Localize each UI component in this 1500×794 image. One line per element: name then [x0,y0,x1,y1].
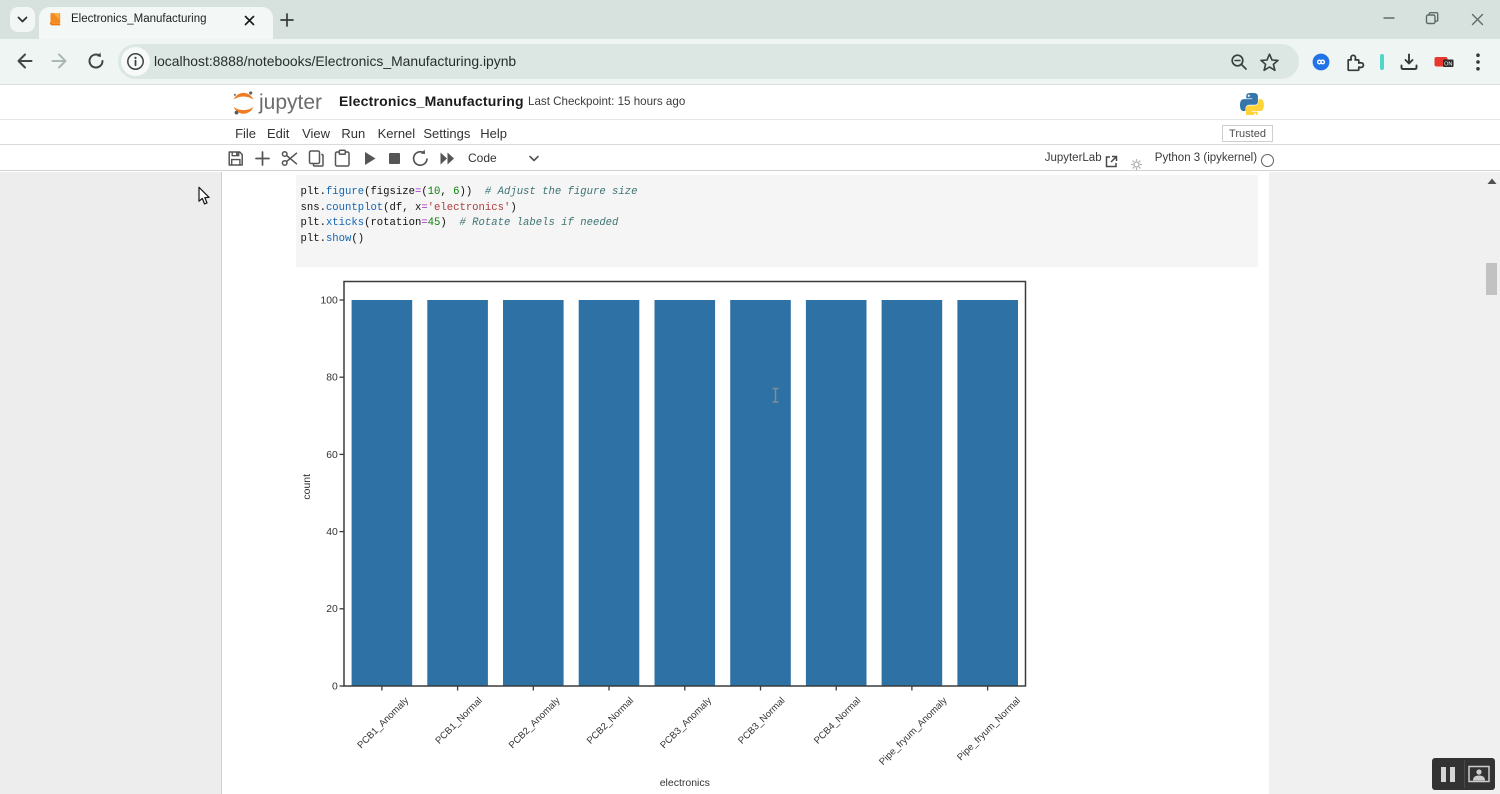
svg-text:count: count [301,474,313,500]
svg-text:electronics: electronics [660,777,710,789]
svg-text:80: 80 [326,373,338,384]
svg-text:60: 60 [326,450,338,461]
svg-text:20: 20 [326,604,338,615]
svg-text:0: 0 [332,681,338,692]
svg-text:100: 100 [320,295,338,306]
svg-text:ON: ON [1444,61,1452,67]
svg-text:40: 40 [326,527,338,538]
